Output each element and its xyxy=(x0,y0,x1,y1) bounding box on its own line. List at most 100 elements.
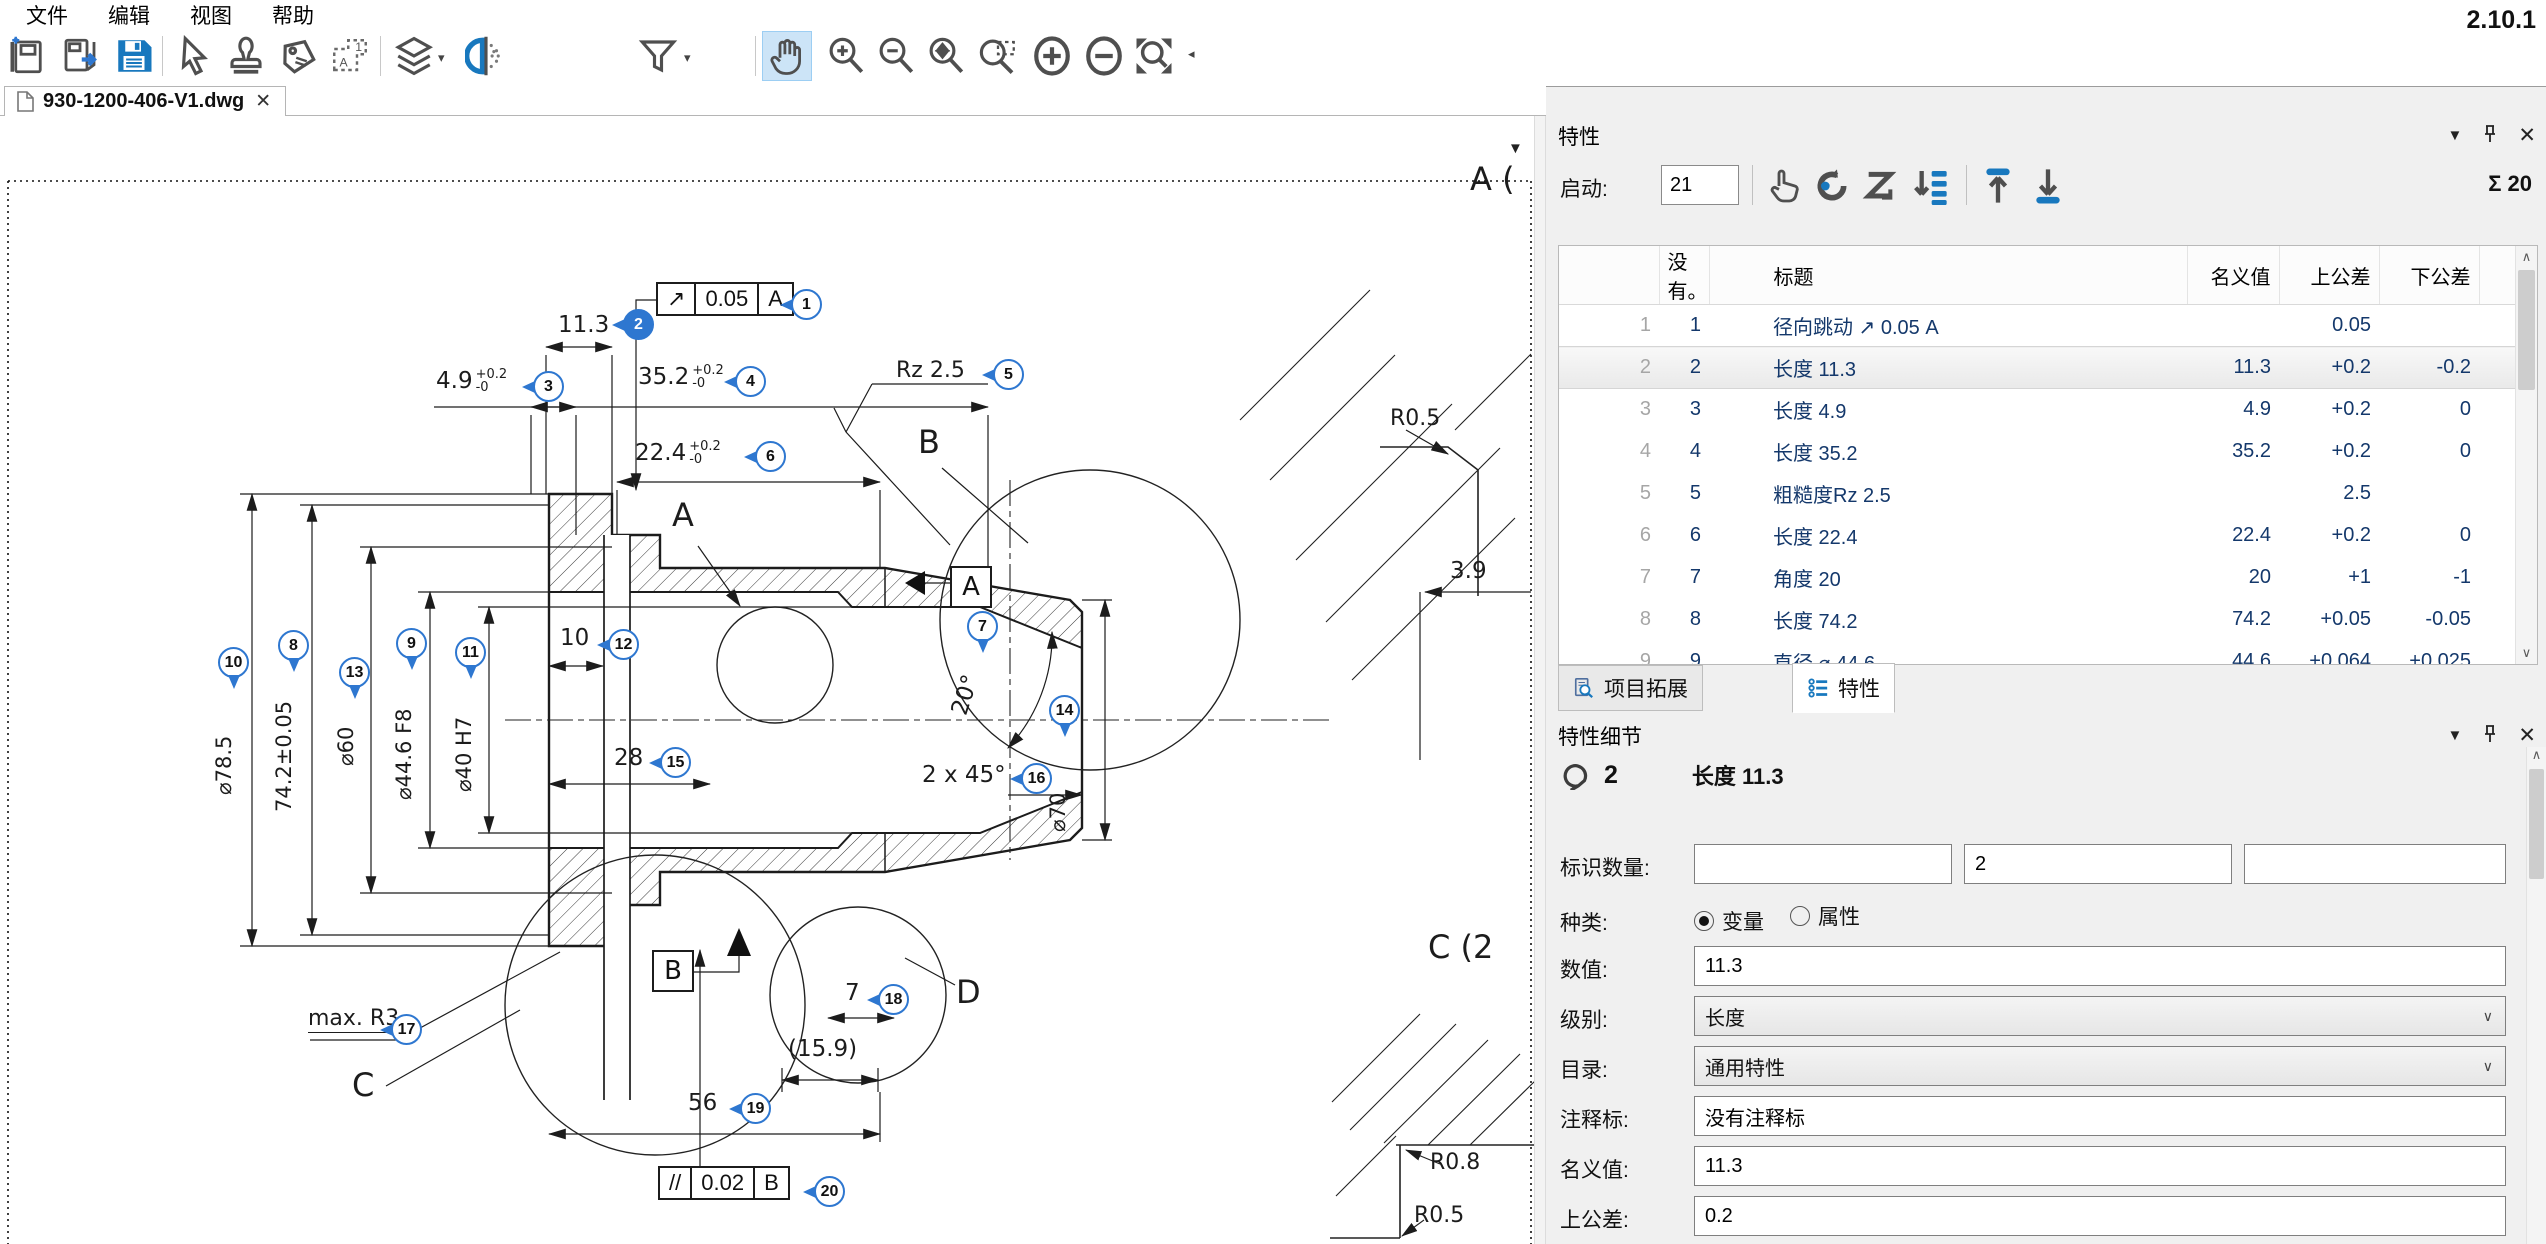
tab-label: 特性 xyxy=(1838,673,1880,703)
field-label: 标识数量: xyxy=(1560,852,1650,882)
field-label: 级别: xyxy=(1560,1004,1608,1034)
menu-view[interactable]: 视图 xyxy=(176,0,246,32)
field-input[interactable] xyxy=(1694,1096,2506,1136)
chevron-down-icon: ∨ xyxy=(2483,1058,2493,1075)
tab-label: 项目拓展 xyxy=(1604,673,1688,703)
scroll-down-icon[interactable]: ∨ xyxy=(2516,642,2537,664)
field-label: 名义值: xyxy=(1560,1154,1629,1184)
new-document-icon[interactable] xyxy=(4,32,52,80)
menu-edit[interactable]: 编辑 xyxy=(94,0,164,32)
panel-menu-chevron-icon[interactable]: ▼ xyxy=(2448,727,2463,744)
toolbar-separator xyxy=(380,36,381,76)
tab-list-chevron-icon[interactable]: ▼ xyxy=(1508,140,1523,157)
characteristic-title: 长度 11.3 xyxy=(1692,759,1784,791)
list-order-icon[interactable] xyxy=(1906,163,1954,209)
pan-hand-icon[interactable] xyxy=(763,32,811,80)
menu-file[interactable]: 文件 xyxy=(12,0,82,32)
zoom-out-icon[interactable] xyxy=(872,32,920,80)
rotate-icon[interactable] xyxy=(1808,163,1856,209)
svg-text:1: 1 xyxy=(355,40,362,54)
table-row[interactable]: 11径向跳动 ↗ 0.05 A0.05 xyxy=(1559,305,2517,347)
panel-pin-icon[interactable] xyxy=(2482,724,2498,749)
id-count-input[interactable] xyxy=(1694,844,1952,884)
properties-panel-title: 特性 xyxy=(1546,117,2546,151)
panel-pin-icon[interactable] xyxy=(2482,124,2498,149)
svg-text:A: A xyxy=(340,56,349,70)
table-scrollbar[interactable]: ∧ ∨ xyxy=(2515,246,2537,664)
table-row[interactable]: 99直径 ⌀ 44.644.6+0.064+0.025 xyxy=(1559,641,2517,666)
filter-dropdown-icon[interactable]: ▾ xyxy=(684,50,691,66)
point-hand-icon[interactable] xyxy=(1760,163,1808,209)
panel-close-icon[interactable]: ✕ xyxy=(2518,123,2536,148)
close-tab-icon[interactable]: ✕ xyxy=(253,90,273,113)
project-extension-icon xyxy=(1573,677,1595,699)
characteristic-number: 2 xyxy=(1604,761,1618,790)
zoom-in-icon[interactable] xyxy=(822,32,870,80)
zoom-window-icon[interactable] xyxy=(974,32,1022,80)
scroll-up-icon[interactable]: ∧ xyxy=(2516,246,2537,268)
table-row[interactable]: 66长度 22.422.4+0.20 xyxy=(1559,515,2517,557)
field-label: 种类: xyxy=(1560,907,1608,937)
scrollbar-thumb[interactable] xyxy=(2518,270,2535,390)
document-tab[interactable]: 930-1200-406-V1.dwg ✕ xyxy=(4,86,286,116)
decrease-icon[interactable] xyxy=(1080,32,1128,80)
toolbar-separator xyxy=(162,36,163,76)
field-input[interactable] xyxy=(1694,1146,2506,1186)
move-bottom-icon[interactable] xyxy=(2024,163,2072,209)
radio-变量[interactable]: 变量 xyxy=(1694,906,1764,936)
table-row[interactable]: 33长度 4.94.9+0.20 xyxy=(1559,389,2517,431)
id-count-input[interactable] xyxy=(2244,844,2506,884)
selected-characteristic: 2 长度 11.3 xyxy=(1560,755,1784,795)
field-select[interactable]: 通用特性∨ xyxy=(1694,1046,2506,1086)
field-input[interactable] xyxy=(1694,1196,2506,1236)
details-scrollbar[interactable]: ∧ xyxy=(2526,747,2546,1244)
start-input[interactable] xyxy=(1661,165,1739,205)
tag-tool-icon[interactable] xyxy=(274,32,322,80)
col-lower: 下公差 xyxy=(2379,246,2479,305)
table-row[interactable]: 88长度 74.274.2+0.05-0.05 xyxy=(1559,599,2517,641)
move-top-icon[interactable] xyxy=(1974,163,2022,209)
table-header-row: 没有。 标题 名义值 上公差 下公差 xyxy=(1559,246,2517,305)
tab-characteristics[interactable]: 特性 xyxy=(1792,663,1895,713)
layers-icon[interactable] xyxy=(390,32,438,80)
increase-icon[interactable] xyxy=(1028,32,1076,80)
menu-help[interactable]: 帮助 xyxy=(258,0,328,32)
drawing-scrollbar[interactable] xyxy=(1534,114,1546,1244)
tab-project-extension[interactable]: 项目拓展 xyxy=(1558,665,1703,711)
right-panel: 特性 ▼ ✕ 启动: Σ 20 没有。 标题 名义值 上公差 下公差 xyxy=(1546,86,2546,1244)
toolbar-separator xyxy=(755,36,756,76)
partial-region-icon[interactable]: 1A xyxy=(326,32,374,80)
panel-menu-chevron-icon[interactable]: ▼ xyxy=(2448,127,2463,144)
document-icon xyxy=(17,91,34,112)
panel-toolbar-separator xyxy=(1966,165,1967,205)
balloon-icon xyxy=(1560,760,1590,790)
table-row[interactable]: 55粗糙度Rz 2.52.5 xyxy=(1559,473,2517,515)
start-label: 启动: xyxy=(1560,173,1608,203)
table-row[interactable]: 44长度 35.235.2+0.20 xyxy=(1559,431,2517,473)
table-row[interactable]: 77角度 2020+1-1 xyxy=(1559,557,2517,599)
characteristics-table: 没有。 标题 名义值 上公差 下公差 11径向跳动 ↗ 0.05 A0.0522… xyxy=(1558,245,2538,665)
filter-icon[interactable] xyxy=(634,32,682,80)
select-arrow-icon[interactable] xyxy=(170,32,218,80)
zoom-fit-icon[interactable] xyxy=(1130,32,1178,80)
col-no: 没有。 xyxy=(1659,246,1709,305)
zoom-dynamic-icon[interactable] xyxy=(922,32,970,80)
chevron-down-icon: ∨ xyxy=(2483,1008,2493,1025)
stamp-tool-icon[interactable] xyxy=(222,32,270,80)
save-icon[interactable] xyxy=(110,32,158,80)
open-document-icon[interactable] xyxy=(56,32,104,80)
details-panel-title: 特性细节 xyxy=(1546,717,2546,751)
field-select[interactable]: 长度∨ xyxy=(1694,996,2506,1036)
z-order-icon[interactable] xyxy=(1858,163,1906,209)
col-nominal: 名义值 xyxy=(2187,246,2279,305)
drawing-canvas[interactable] xyxy=(0,0,1546,1244)
id-count-input[interactable] xyxy=(1964,844,2232,884)
table-row[interactable]: 22长度 11.311.3+0.2-0.2 xyxy=(1559,347,2517,389)
layers-dropdown-icon[interactable]: ▾ xyxy=(438,50,445,66)
mirror-compare-icon[interactable] xyxy=(462,32,510,80)
collapse-toolbar-icon[interactable]: ◂ xyxy=(1188,46,1195,62)
panel-close-icon[interactable]: ✕ xyxy=(2518,723,2536,748)
radio-属性[interactable]: 属性 xyxy=(1790,901,1860,931)
field-input[interactable] xyxy=(1694,946,2506,986)
col-upper: 上公差 xyxy=(2279,246,2379,305)
